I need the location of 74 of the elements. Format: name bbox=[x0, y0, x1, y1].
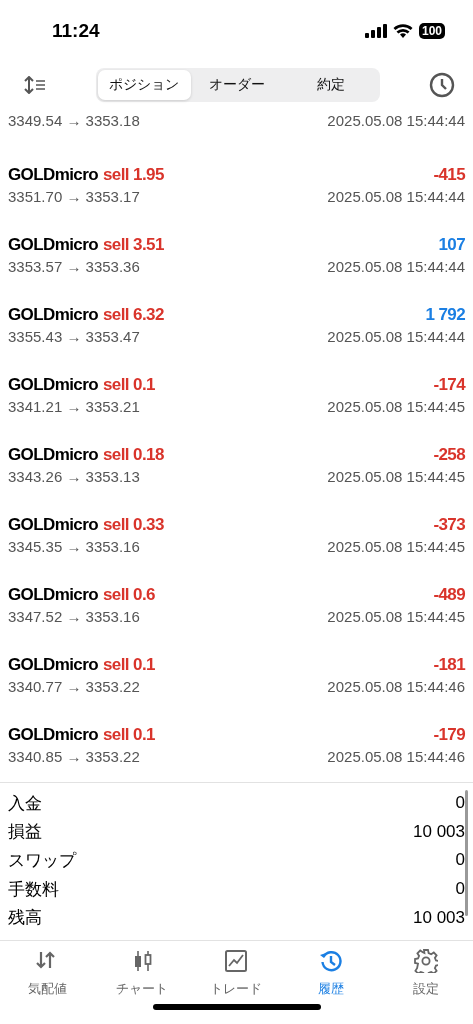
deal-time: 2025.05.08 15:44:45 bbox=[327, 467, 465, 485]
symbol: GOLDmicro bbox=[8, 584, 98, 605]
clock-icon[interactable] bbox=[429, 72, 455, 98]
deal-volume: sell 6.32 bbox=[103, 304, 164, 325]
deal-volume: sell 0.33 bbox=[103, 514, 164, 535]
profit: -181 bbox=[433, 654, 465, 675]
segment-tab[interactable]: オーダー bbox=[190, 70, 285, 100]
price-range: 3343.26 → 3353.13 bbox=[8, 467, 140, 485]
status-time: 11:24 bbox=[52, 20, 100, 42]
price-range: 3340.77 → 3353.22 bbox=[8, 677, 140, 695]
summary-value: 0 bbox=[455, 793, 465, 814]
segment-tab[interactable]: 約定 bbox=[284, 70, 378, 100]
symbol: GOLDmicro bbox=[8, 444, 98, 465]
deal-volume: sell 0.18 bbox=[103, 444, 164, 465]
deal-time: 2025.05.08 15:44:44 bbox=[327, 327, 465, 345]
profit: -489 bbox=[433, 584, 465, 605]
price-range: 3353.57 → 3353.36 bbox=[8, 257, 140, 275]
deal-volume: sell 0.1 bbox=[103, 654, 155, 675]
price-range: 3345.35 → 3353.16 bbox=[8, 537, 140, 555]
summary-label: 残高 bbox=[8, 907, 42, 930]
price-range: 3355.43 → 3353.47 bbox=[8, 327, 140, 345]
deal-time: 2025.05.08 15:44:44 bbox=[327, 257, 465, 275]
price-range: 3349.54 → 3353.18 bbox=[8, 112, 140, 129]
tab-bar-item[interactable]: チャート bbox=[94, 948, 190, 998]
summary-label: スワップ bbox=[8, 850, 76, 872]
deal-time: 2025.05.08 15:44:44 bbox=[327, 187, 465, 205]
signal-icon bbox=[364, 24, 387, 38]
battery-level: 100 bbox=[418, 23, 445, 39]
summary-value: 10 003 bbox=[413, 821, 465, 842]
deal-volume: sell 0.6 bbox=[103, 584, 155, 605]
profit: 107 bbox=[438, 234, 465, 255]
profit: -174 bbox=[433, 374, 465, 395]
wifi-icon bbox=[392, 24, 413, 38]
symbol: GOLDmicro bbox=[8, 374, 98, 395]
summary-label: 入金 bbox=[8, 792, 42, 815]
tab-bar-item[interactable]: トレード bbox=[189, 948, 284, 998]
deal-time: 2025.05.08 15:44:46 bbox=[327, 677, 465, 695]
deal-time: 2025.05.08 15:44:45 bbox=[327, 537, 465, 555]
deal-time: 2025.05.08 15:44:45 bbox=[327, 607, 465, 625]
symbol: GOLDmicro bbox=[8, 654, 98, 675]
profit: -179 bbox=[433, 724, 465, 745]
summary-value: 0 bbox=[455, 879, 465, 900]
deal-time: 2025.05.08 15:44:45 bbox=[327, 397, 465, 415]
summary-value: 0 bbox=[455, 850, 465, 871]
price-range: 3341.21 → 3353.21 bbox=[8, 397, 140, 415]
profit: -373 bbox=[433, 514, 465, 535]
line-chart-icon bbox=[224, 948, 249, 973]
price-range: 3340.85 → 3353.22 bbox=[8, 747, 140, 765]
profit: -258 bbox=[433, 444, 465, 465]
deal-time: 2025.05.08 15:44:46 bbox=[327, 747, 465, 765]
tab-bar-item[interactable]: 設定 bbox=[378, 948, 473, 998]
symbol: GOLDmicro bbox=[8, 514, 98, 535]
price-range: 3351.70 → 3353.17 bbox=[8, 187, 140, 205]
profit: 1 792 bbox=[425, 304, 465, 325]
tab-bar-item[interactable]: 気配値 bbox=[0, 948, 95, 998]
sort-icon[interactable] bbox=[24, 76, 46, 94]
symbol: GOLDmicro bbox=[8, 164, 98, 185]
segment-tab[interactable]: ポジション bbox=[97, 70, 191, 100]
tab-bar-item[interactable]: 履歴 bbox=[283, 948, 379, 998]
symbol: GOLDmicro bbox=[8, 304, 98, 325]
symbol: GOLDmicro bbox=[8, 234, 98, 255]
profit: -415 bbox=[433, 164, 465, 185]
gear-icon bbox=[413, 948, 438, 973]
symbol: GOLDmicro bbox=[8, 724, 98, 745]
deal-volume: sell 1.95 bbox=[103, 164, 164, 185]
history-icon bbox=[319, 948, 344, 973]
deal-volume: sell 0.1 bbox=[103, 374, 155, 395]
summary-label: 損益 bbox=[8, 821, 42, 844]
summary-label: 手数料 bbox=[8, 878, 59, 901]
deal-volume: sell 0.1 bbox=[103, 724, 155, 745]
deal-volume: sell 3.51 bbox=[103, 234, 164, 255]
summary-value: 10 003 bbox=[413, 907, 465, 928]
deal-time: 2025.05.08 15:44:44 bbox=[327, 112, 465, 129]
price-range: 3347.52 → 3353.16 bbox=[8, 607, 140, 625]
